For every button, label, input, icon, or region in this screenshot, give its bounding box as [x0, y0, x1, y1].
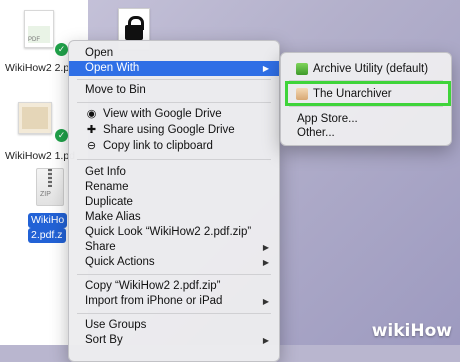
callout-highlight-box [285, 81, 451, 106]
menu-divider [77, 313, 271, 314]
menu-divider [77, 159, 271, 160]
menu-item-import-iphone[interactable]: Import from iPhone or iPad ▶ [69, 294, 279, 309]
archive-utility-icon [296, 63, 308, 75]
menu-item-share[interactable]: Share ▶ [69, 240, 279, 255]
submenu-arrow-icon: ▶ [262, 243, 269, 252]
context-menu: Open Open With ▶ Move to Bin ◉ View with G… [68, 40, 280, 362]
file-label-selected-line1[interactable]: WikiHo [28, 213, 68, 228]
menu-item-sort-by[interactable]: Sort By ▶ [69, 333, 279, 348]
zipper-icon [48, 169, 52, 187]
link-icon: ⊖ [86, 140, 97, 152]
file-label-1[interactable]: WikiHow2 2.pdf [5, 62, 78, 74]
menu-item-open-with[interactable]: Open With ▶ [69, 61, 279, 76]
pdf-file-icon[interactable]: PDF [24, 10, 54, 48]
menu-divider [77, 79, 271, 80]
synced-check-icon: ✓ [54, 128, 69, 143]
menu-item-duplicate[interactable]: Duplicate [69, 195, 279, 210]
submenu-arrow-icon: ▶ [262, 258, 269, 267]
submenu-arrow-icon: ▶ [262, 336, 269, 345]
menu-item-get-info[interactable]: Get Info [69, 165, 279, 180]
submenu-item-archive-utility[interactable]: Archive Utility (default) [281, 61, 451, 77]
menu-divider [77, 274, 271, 275]
zip-file-icon[interactable]: ZIP [36, 168, 64, 206]
wikihow-watermark: wikiHow [371, 321, 452, 341]
menu-divider [77, 102, 271, 103]
submenu-arrow-icon: ▶ [262, 64, 269, 73]
menu-item-copy-link[interactable]: ⊖ Copy link to clipboard [69, 139, 279, 154]
zip-badge: ZIP [40, 191, 51, 198]
menu-divider [289, 106, 443, 107]
person-add-icon: ✚ [86, 124, 97, 136]
pdf-badge: PDF [28, 37, 40, 43]
synced-check-icon: ✓ [54, 42, 69, 57]
menu-item-rename[interactable]: Rename [69, 180, 279, 195]
eye-icon: ◉ [86, 108, 97, 120]
menu-item-make-alias[interactable]: Make Alias [69, 210, 279, 225]
menu-item-quick-look[interactable]: Quick Look “WikiHow2 2.pdf.zip” [69, 225, 279, 240]
menu-item-quick-actions[interactable]: Quick Actions ▶ [69, 255, 279, 270]
pdf-file-icon[interactable] [18, 102, 52, 134]
menu-item-move-to-bin[interactable]: Move to Bin [69, 83, 279, 98]
submenu-arrow-icon: ▶ [262, 297, 269, 306]
menu-item-share-google-drive[interactable]: ✚ Share using Google Drive [69, 123, 279, 138]
menu-item-copy[interactable]: Copy “WikiHow2 2.pdf.zip” [69, 279, 279, 294]
file-label-2[interactable]: WikiHow2 1.pd [5, 150, 75, 162]
menu-item-use-groups[interactable]: Use Groups [69, 318, 279, 333]
menu-item-view-google-drive[interactable]: ◉ View with Google Drive [69, 107, 279, 122]
file-label-selected-line2[interactable]: 2.pdf.z [28, 228, 66, 243]
menu-item-open[interactable]: Open [69, 46, 279, 61]
submenu-item-other[interactable]: Other... [281, 125, 451, 141]
